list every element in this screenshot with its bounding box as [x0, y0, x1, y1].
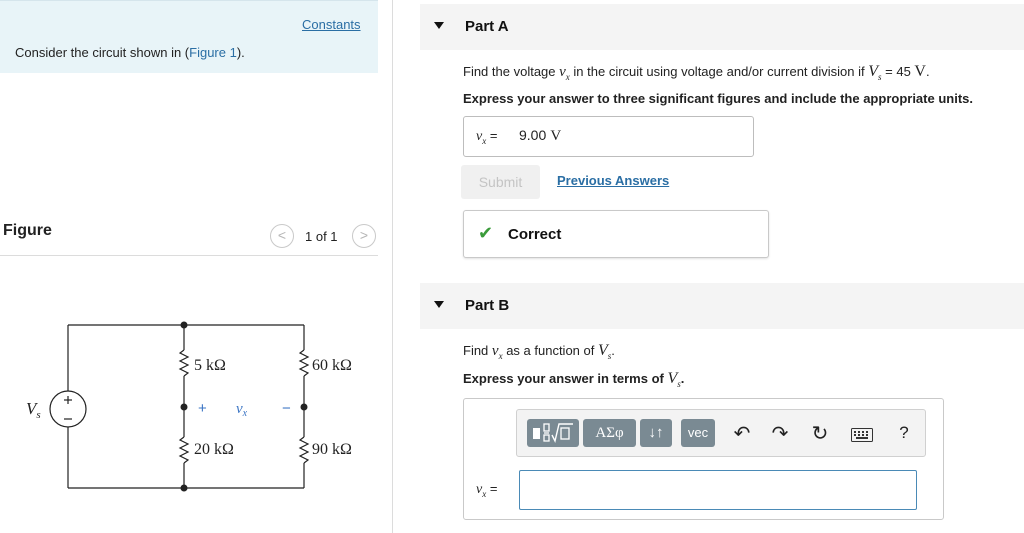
vx-label-sub: x — [242, 408, 248, 419]
partB-instr-vs-main: V — [667, 370, 678, 387]
partB-title: Part B — [465, 297, 510, 314]
resistor-20k — [178, 436, 190, 464]
partB-answer-input[interactable] — [519, 470, 917, 510]
partA-header[interactable]: Part A — [420, 4, 1024, 50]
partA-q-eq: = 45 — [881, 64, 915, 79]
partA-q-end: . — [925, 64, 930, 79]
intro-suffix: ). — [236, 45, 245, 60]
intro-prefix: Consider the circuit shown in ( — [15, 45, 190, 60]
vx-plus: + — [198, 400, 207, 417]
node-bottom — [180, 484, 188, 492]
template-button[interactable] — [527, 419, 579, 447]
caret-down-icon[interactable] — [434, 22, 444, 29]
left-panel: Constants Consider the circuit shown in … — [0, 0, 392, 533]
partB-answer-var: vx — [476, 482, 486, 499]
template-icon — [533, 423, 573, 444]
constants-link[interactable]: Constants — [302, 17, 361, 32]
partB-answer-panel: ΑΣφ ↓↑ vec ↶ ↷ ↻ ? vx = — [463, 398, 944, 520]
pager-count: 1 of 1 — [305, 229, 338, 244]
greek-button[interactable]: ΑΣφ — [583, 419, 636, 447]
partB-q-var: vx — [491, 343, 503, 361]
partB-question: Find vx as a function of Vs. — [463, 342, 615, 361]
partA-answer-box[interactable]: vx = 9.00 V — [463, 116, 754, 157]
resistor-5k — [178, 349, 190, 377]
partA-q-var-main: v — [559, 64, 566, 80]
partA-q-vs-main: V — [868, 63, 879, 80]
vec-button[interactable]: vec — [681, 419, 715, 447]
column-divider — [392, 0, 393, 533]
caret-down-icon[interactable] — [434, 301, 444, 308]
partA-answer-label: vx = — [476, 128, 497, 146]
vs-label-sub: s — [36, 409, 40, 421]
partA-answer-value: 9.00 V — [519, 127, 561, 145]
partB-q-vs: Vs — [597, 342, 611, 361]
circuit-diagram: 5 kΩ 60 kΩ 20 kΩ 90 kΩ + − vx Vs — [26, 321, 352, 492]
redo-icon[interactable]: ↷ — [771, 421, 789, 446]
label-20k: 20 kΩ — [194, 441, 234, 458]
help-icon[interactable]: ? — [895, 423, 913, 443]
intro-box: Constants Consider the circuit shown in … — [0, 0, 378, 73]
partA-answer-var: vx — [476, 129, 486, 146]
partB-q-vs-main: V — [597, 342, 608, 359]
partB-q-end: . — [611, 343, 615, 358]
partA-question: Find the voltage vx in the circuit using… — [463, 63, 930, 82]
partB-answer-eq: = — [486, 481, 498, 496]
checkmark-icon: ✔ — [478, 223, 494, 243]
feedback-box: ✔ Correct — [463, 210, 769, 258]
math-toolbar: ΑΣφ ↓↑ vec ↶ ↷ ↻ ? — [516, 409, 926, 457]
figure-divider — [0, 255, 378, 256]
partB-instruction: Express your answer in terms of Vs. — [463, 370, 684, 389]
reset-icon[interactable]: ↻ — [811, 421, 829, 446]
node-mid-right — [300, 403, 308, 411]
partA-instruction: Express your answer to three significant… — [463, 91, 973, 106]
vs-label: Vs — [26, 399, 41, 421]
partB-instr-prefix: Express your answer in terms of — [463, 371, 668, 386]
label-90k: 90 kΩ — [312, 441, 352, 458]
partB-instr-vs: Vs — [667, 370, 680, 389]
label-60k: 60 kΩ — [312, 357, 352, 374]
partB-answer-label: vx = — [476, 481, 497, 499]
figure-label: Figure — [3, 222, 52, 239]
resistor-90k — [298, 436, 310, 464]
partB-q-mid: as a function of — [502, 343, 598, 358]
partB-header[interactable]: Part B — [420, 283, 1024, 329]
partA-q-prefix: Find the voltage — [463, 64, 560, 79]
partA-q-unit: V — [914, 63, 926, 80]
partA-answer-number: 9.00 — [519, 127, 547, 143]
vx-label: vx — [236, 401, 248, 419]
partB-instr-end: . — [680, 371, 685, 386]
partA-q-var: vx — [559, 64, 570, 82]
pager-prev-button[interactable]: < — [270, 224, 294, 248]
pager-next-button[interactable]: > — [352, 224, 376, 248]
feedback-text: Correct — [508, 226, 562, 243]
figure-link[interactable]: Figure 1 — [189, 45, 237, 60]
intro-text: Consider the circuit shown in (Figure 1)… — [15, 45, 245, 60]
partA-q-mid: in the circuit using voltage and/or curr… — [569, 64, 869, 79]
partB-q-var-main: v — [491, 343, 499, 359]
keyboard-icon[interactable] — [851, 428, 873, 447]
vx-minus: − — [282, 400, 291, 417]
partA-title: Part A — [465, 18, 509, 35]
resistor-60k — [298, 349, 310, 377]
partA-answer-unit: V — [550, 128, 562, 144]
partA-q-vs: Vs — [868, 63, 881, 82]
keyboard-icon-svg — [851, 428, 873, 442]
submit-button[interactable]: Submit — [461, 165, 540, 199]
undo-icon[interactable]: ↶ — [733, 421, 751, 446]
label-5k: 5 kΩ — [194, 357, 226, 374]
node-top — [180, 321, 188, 329]
partA-answer-eq: = — [486, 128, 498, 143]
previous-answers-link[interactable]: Previous Answers — [557, 173, 669, 188]
arrows-button[interactable]: ↓↑ — [640, 419, 672, 447]
partB-q-prefix: Find — [463, 343, 492, 358]
node-mid-left — [180, 403, 188, 411]
